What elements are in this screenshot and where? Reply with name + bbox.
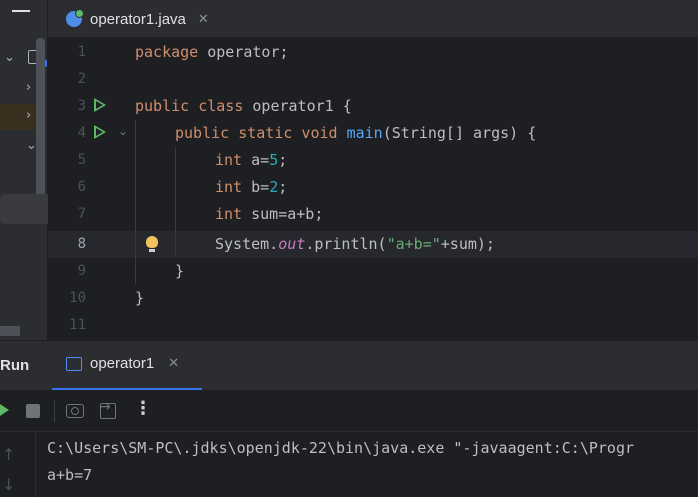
code-line-9: }	[175, 258, 184, 285]
code-line-7: int sum=a+b;	[215, 201, 323, 228]
close-icon[interactable]: ✕	[168, 356, 179, 371]
tab-label: operator1.java	[90, 10, 186, 28]
code-editor[interactable]: 1 2 3 4 5 6 7 8 9 10 11 ⌄ package operat…	[48, 39, 698, 339]
line-number: 6	[77, 179, 86, 195]
fold-icon[interactable]: ⌄	[118, 124, 128, 138]
code-text: +sum);	[440, 235, 495, 253]
keyword: public class	[135, 97, 244, 115]
console-output[interactable]: ↑ ↓ C:\Users\SM-PC\.jdks\openjdk-22\bin\…	[0, 433, 698, 497]
chevron-right-icon[interactable]: ›	[26, 80, 31, 95]
code-text: operator1 {	[243, 97, 352, 115]
run-panel-title: Run	[0, 357, 30, 374]
line-number: 11	[69, 317, 86, 333]
rerun-icon[interactable]	[0, 404, 9, 416]
console-icon	[66, 356, 82, 371]
chevron-down-icon[interactable]: ⌄	[4, 50, 15, 65]
code-text: }	[175, 262, 185, 280]
indent-guide	[175, 147, 176, 257]
console-gutter: ↑ ↓	[0, 433, 36, 497]
close-icon[interactable]: ✕	[198, 12, 209, 27]
selected-tree-item[interactable]	[0, 194, 48, 224]
editor-tab-bar: operator1.java ✕	[48, 0, 698, 38]
console-line: C:\Users\SM-PC\.jdks\openjdk-22\bin\java…	[47, 439, 634, 457]
gutter-line-8	[48, 231, 168, 258]
line-number: 9	[77, 263, 86, 279]
keyword: int	[215, 205, 243, 223]
code-line-6: int b=2;	[215, 174, 287, 201]
code-line-3: public class operator1 {	[135, 93, 352, 120]
keyword: public static void	[175, 124, 338, 142]
static-field: out	[278, 235, 306, 253]
line-number: 10	[69, 290, 86, 306]
camera-icon[interactable]	[66, 404, 84, 418]
exit-icon[interactable]	[99, 399, 116, 419]
code-text: sum=a+b;	[242, 205, 324, 223]
line-number: 5	[77, 152, 86, 168]
code-text: a=	[242, 151, 270, 169]
console-line: a+b=7	[47, 466, 93, 484]
code-text: ;	[278, 178, 288, 196]
java-class-icon	[66, 9, 84, 27]
indent-guide	[135, 120, 136, 284]
tree-row-3[interactable]: ⌄	[0, 134, 37, 160]
toolbar-separator	[54, 400, 55, 422]
tree-row-1[interactable]: ›	[0, 76, 36, 102]
code-text: ;	[278, 151, 288, 169]
line-number: 2	[77, 71, 86, 87]
line-number: 1	[77, 44, 86, 60]
code-line-4: public static void main(String[] args) {	[175, 120, 536, 147]
scroll-up-icon[interactable]: ↑	[2, 445, 15, 464]
project-sidebar: ⌄ › › ⌄	[0, 0, 48, 340]
code-line-10: }	[135, 285, 144, 312]
chevron-right-icon[interactable]: ›	[26, 108, 31, 123]
code-text: System.	[215, 235, 279, 253]
code-text: b=	[242, 178, 270, 196]
run-tab-operator1[interactable]: operator1 ✕	[66, 355, 179, 372]
gutter-line-4: ⌄	[48, 120, 134, 147]
run-panel-header: Run operator1 ✕	[0, 340, 698, 391]
keyword: int	[215, 178, 243, 196]
function-name: main	[346, 124, 383, 142]
tree-row-2[interactable]: ›	[0, 104, 36, 130]
scroll-down-icon[interactable]: ↓	[2, 475, 15, 494]
number-literal: 2	[269, 178, 279, 196]
more-icon[interactable]: ⋮	[134, 400, 152, 418]
line-number: 7	[77, 206, 86, 222]
string-literal: "a+b="	[386, 235, 441, 253]
lightbulb-icon[interactable]	[146, 236, 158, 252]
sidebar-scrollbar[interactable]	[36, 38, 45, 204]
run-tab-label: operator1	[90, 355, 155, 372]
code-line-5: int a=5;	[215, 147, 287, 174]
keyword: int	[215, 151, 243, 169]
gutter-line-3	[48, 93, 134, 120]
run-gutter-icon[interactable]	[94, 125, 106, 139]
sidebar-h-scrollbar[interactable]	[0, 326, 20, 336]
number-literal: 5	[269, 151, 279, 169]
run-gutter-icon[interactable]	[94, 98, 106, 112]
code-text: .println(	[305, 235, 387, 253]
stop-icon[interactable]	[26, 404, 40, 418]
code-line-8: System.out.println("a+b="+sum);	[215, 231, 495, 258]
code-text: operator;	[198, 43, 289, 61]
tab-operator1-java[interactable]: operator1.java ✕	[58, 0, 217, 38]
code-line-1: package operator;	[135, 39, 289, 66]
code-text: }	[135, 289, 145, 307]
code-text: (String[] args) {	[382, 124, 537, 142]
keyword: package	[135, 43, 199, 61]
menu-icon[interactable]	[12, 10, 30, 12]
run-toolbar: ⋮	[0, 390, 698, 432]
